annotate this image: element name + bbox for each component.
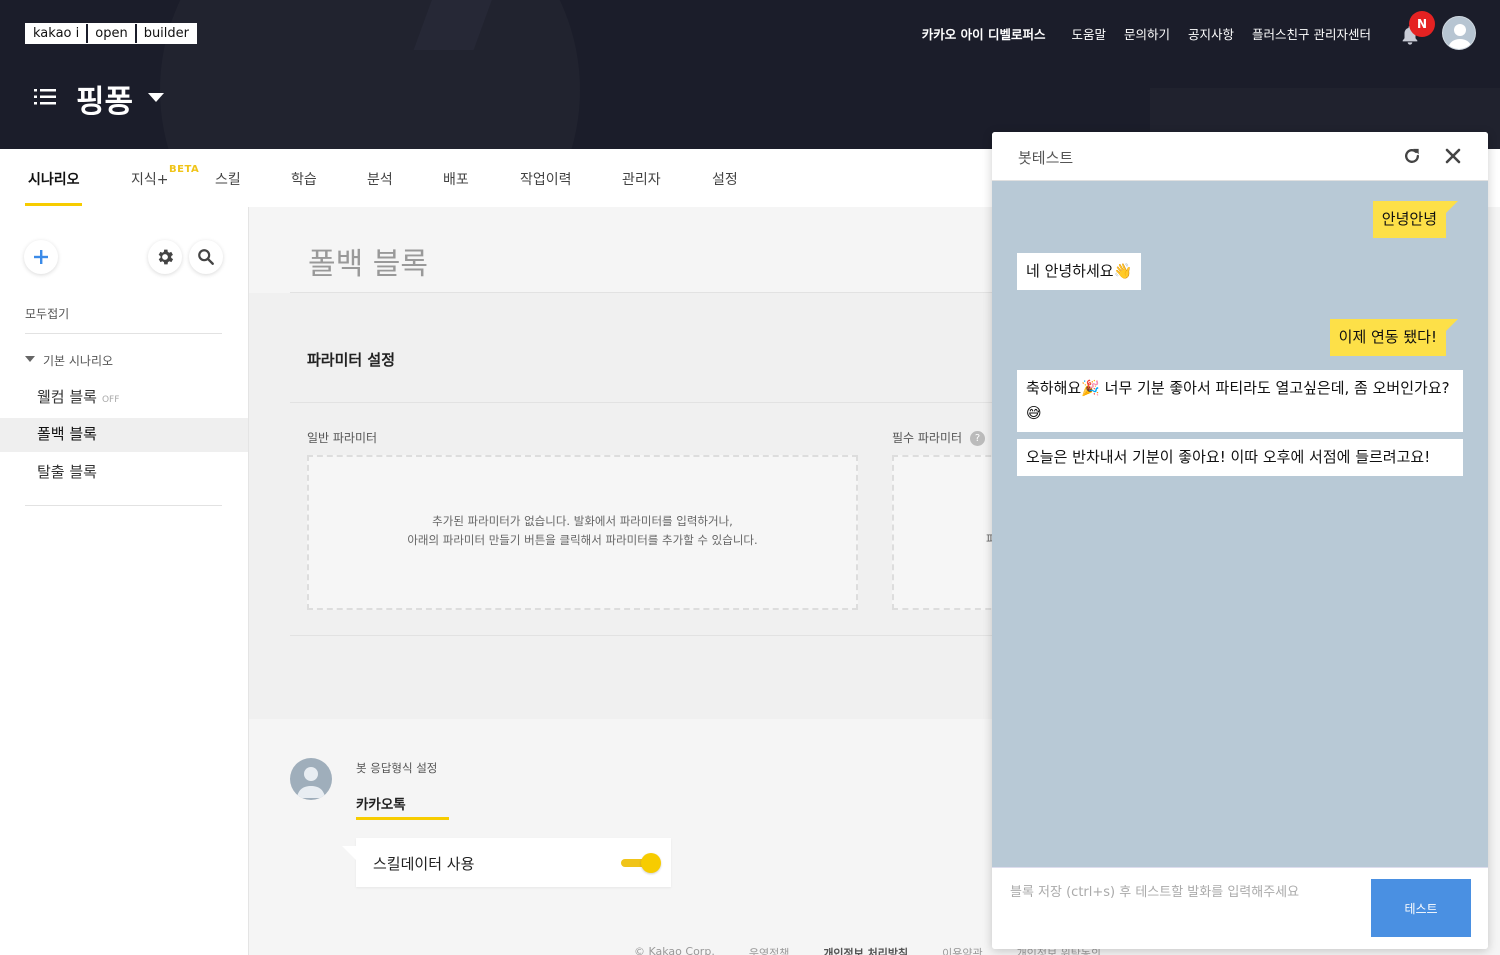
scenario-sidebar: 모두접기 기본 시나리오 웰컴 블록 OFF 폴백 블록 탈출 블록: [0, 207, 249, 955]
menu-list-icon[interactable]: [34, 87, 56, 107]
group-basic-scenario[interactable]: 기본 시나리오: [43, 352, 113, 369]
tab-scenario[interactable]: 시나리오: [28, 169, 80, 189]
tab-knowledge[interactable]: 지식+: [131, 169, 169, 189]
beta-badge: BETA: [169, 164, 200, 175]
avatar-person-icon: [297, 767, 325, 798]
skill-data-label: 스킬데이터 사용: [373, 855, 475, 873]
divider: [290, 402, 1010, 403]
tab-learning[interactable]: 학습: [291, 169, 317, 189]
bot-select-chevron-down-icon[interactable]: [148, 93, 164, 102]
test-input-area: 테스트: [992, 867, 1488, 949]
bot-avatar: [290, 758, 332, 800]
off-badge: OFF: [101, 395, 120, 405]
close-icon[interactable]: [1443, 146, 1463, 166]
bot-message: 네 안녕하세요👋: [1017, 253, 1142, 290]
search-icon: [198, 249, 214, 265]
parameter-settings-title: 파라미터 설정: [307, 351, 396, 369]
footer-link-policy[interactable]: 운영정책: [749, 945, 789, 955]
logo-part: open: [86, 24, 135, 43]
refresh-icon[interactable]: [1402, 146, 1422, 166]
logo-part: builder: [134, 24, 196, 43]
nav-help[interactable]: 도움말: [1071, 24, 1106, 43]
active-tab-indicator: [356, 817, 449, 820]
footer-copyright: © Kakao Corp.: [634, 945, 715, 955]
tab-history[interactable]: 작업이력: [520, 169, 572, 189]
bot-name-title[interactable]: 핑퐁: [76, 76, 133, 121]
parameter-panel: 파라미터 설정 일반 파라미터 필수 파라미터? 추가된 파라미터가 없습니다.…: [249, 293, 1012, 719]
empty-message-line: 아래의 파라미터 만들기 버튼을 클릭해서 파라미터를 추가할 수 있습니다.: [407, 533, 758, 547]
tab-admin[interactable]: 관리자: [622, 169, 661, 189]
bot-test-header: 봇테스트: [992, 132, 1488, 181]
active-tab-indicator: [25, 203, 82, 206]
divider: [290, 635, 1010, 636]
bot-message: 오늘은 반차내서 기분이 좋아요! 이따 오후에 서점에 들르려고요!: [1017, 439, 1463, 476]
skill-data-card: 스킬데이터 사용: [342, 838, 671, 887]
test-utterance-input[interactable]: [1010, 880, 1350, 904]
tab-kakaotalk[interactable]: 카카오톡: [356, 793, 406, 813]
sidebar-item-welcome[interactable]: 웰컴 블록 OFF: [37, 386, 119, 407]
search-button[interactable]: [189, 240, 223, 274]
skill-data-toggle[interactable]: [621, 853, 661, 873]
nav-kakao-developers[interactable]: 카카오 아이 디벨로퍼스: [922, 24, 1046, 43]
group-caret-down-icon[interactable]: [25, 356, 35, 362]
footer-link-terms[interactable]: 이용약관: [942, 945, 982, 955]
divider: [25, 333, 222, 334]
response-format-label: 봇 응답형식 설정: [356, 761, 438, 775]
bot-test-panel: 봇테스트 안녕안녕 네 안녕하세요👋 이제 연동 됐다! 축하해요🎉 너무 기분…: [992, 132, 1488, 949]
sidebar-item-label: 폴백 블록: [37, 425, 97, 443]
tab-analysis[interactable]: 분석: [367, 169, 393, 189]
user-message: 이제 연동 됐다!: [1329, 319, 1459, 356]
sidebar-item-exit[interactable]: 탈출 블록: [37, 461, 97, 482]
chat-area[interactable]: 안녕안녕 네 안녕하세요👋 이제 연동 됐다! 축하해요🎉 너무 기분 좋아서 …: [992, 181, 1488, 867]
notification-badge[interactable]: N: [1409, 11, 1435, 37]
collapse-all-link[interactable]: 모두접기: [25, 305, 69, 322]
nav-inquiry[interactable]: 문의하기: [1124, 24, 1170, 43]
general-parameter-dropzone: 추가된 파라미터가 없습니다. 발화에서 파라미터를 입력하거나, 아래의 파라…: [307, 455, 858, 610]
help-icon[interactable]: ?: [970, 431, 986, 446]
empty-message-line: 추가된 파라미터가 없습니다. 발화에서 파라미터를 입력하거나,: [432, 514, 733, 528]
header-decoration: [160, 0, 580, 149]
required-parameter-label: 필수 파라미터?: [892, 429, 986, 446]
sidebar-item-label: 웰컴 블록: [37, 388, 97, 406]
top-header: [0, 0, 1500, 149]
footer-link-privacy[interactable]: 개인정보 처리방침: [823, 945, 908, 955]
tab-deploy[interactable]: 배포: [443, 169, 469, 189]
top-nav: 카카오 아이 디벨로퍼스 도움말 문의하기 공지사항 플러스친구 관리자센터: [922, 24, 1371, 43]
empty-parameter-message: 추가된 파라미터가 없습니다. 발화에서 파라미터를 입력하거나, 아래의 파라…: [309, 512, 856, 550]
general-parameter-label: 일반 파라미터: [307, 431, 378, 445]
sidebar-item-label: 탈출 블록: [37, 463, 97, 481]
add-block-button[interactable]: [24, 240, 58, 274]
toggle-knob: [641, 853, 661, 873]
test-button[interactable]: 테스트: [1371, 879, 1471, 937]
sidebar-item-fallback[interactable]: 폴백 블록: [37, 423, 97, 444]
user-message: 안녕안녕: [1372, 201, 1459, 238]
required-parameter-text: 필수 파라미터: [892, 431, 963, 445]
divider: [25, 505, 222, 506]
nav-notice[interactable]: 공지사항: [1188, 24, 1234, 43]
tab-skill[interactable]: 스킬: [215, 169, 241, 189]
block-title[interactable]: 폴백 블록: [308, 239, 428, 283]
settings-button[interactable]: [148, 240, 182, 274]
tab-settings[interactable]: 설정: [712, 169, 738, 189]
gear-icon: [158, 249, 174, 265]
plus-icon: [34, 250, 48, 264]
logo-part: kakao i: [26, 24, 87, 43]
kakao-i-open-builder-logo[interactable]: kakao i open builder: [25, 23, 197, 44]
bot-test-title: 봇테스트: [1018, 149, 1074, 167]
nav-plusfriend-admin[interactable]: 플러스친구 관리자센터: [1252, 24, 1371, 43]
user-avatar[interactable]: [1442, 16, 1476, 50]
bot-message: 축하해요🎉 너무 기분 좋아서 파티라도 열고싶은데, 좀 오버인가요?😅: [1017, 370, 1463, 432]
